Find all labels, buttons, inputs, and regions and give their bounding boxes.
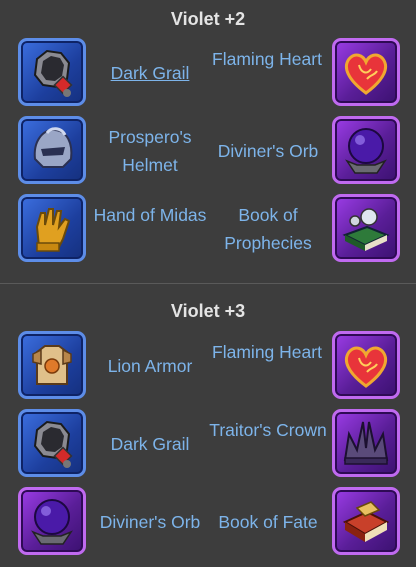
book-of-fate-link[interactable]: Book of Fate [208,508,328,536]
item-row: Prospero's Helmet Diviner's Orb [0,116,416,186]
prosperos-helmet-icon[interactable] [18,116,86,184]
book-of-fate-icon[interactable] [332,487,400,555]
hand-of-midas-link[interactable]: Hand of Midas [90,201,210,229]
lion-armor-icon[interactable] [18,331,86,399]
diviners-orb-icon[interactable] [332,116,400,184]
flaming-heart-link[interactable]: Flaming Heart [208,45,326,73]
section-divider [0,283,416,284]
flaming-heart-icon[interactable] [332,38,400,106]
traitors-crown-icon[interactable] [332,409,400,477]
item-row: Dark Grail Flaming Heart [0,38,416,108]
flaming-heart-icon[interactable] [332,331,400,399]
item-row: Diviner's Orb Book of Fate [0,487,416,557]
diviners-orb-link[interactable]: Diviner's Orb [90,508,210,536]
traitors-crown-link[interactable]: Traitor's Crown [208,416,328,444]
dark-grail-icon[interactable] [18,409,86,477]
item-row: Lion Armor Flaming Heart [0,331,416,401]
hand-of-midas-icon[interactable] [18,194,86,262]
item-row: Dark Grail Traitor's Crown [0,409,416,479]
dark-grail-link[interactable]: Dark Grail [90,59,210,87]
prosperos-helmet-link[interactable]: Prospero's Helmet [90,123,210,179]
dark-grail-link[interactable]: Dark Grail [90,430,210,458]
section-title-violet-2: Violet +2 [170,9,246,29]
diviners-orb-link[interactable]: Diviner's Orb [208,137,328,165]
flaming-heart-link[interactable]: Flaming Heart [208,338,326,366]
book-of-prophecies-icon[interactable] [332,194,400,262]
item-row: Hand of Midas Book of Prophecies [0,194,416,264]
section-title-violet-3: Violet +3 [170,301,246,321]
dark-grail-icon[interactable] [18,38,86,106]
diviners-orb-icon[interactable] [18,487,86,555]
lion-armor-link[interactable]: Lion Armor [90,352,210,380]
book-of-prophecies-link[interactable]: Book of Prophecies [208,201,328,257]
